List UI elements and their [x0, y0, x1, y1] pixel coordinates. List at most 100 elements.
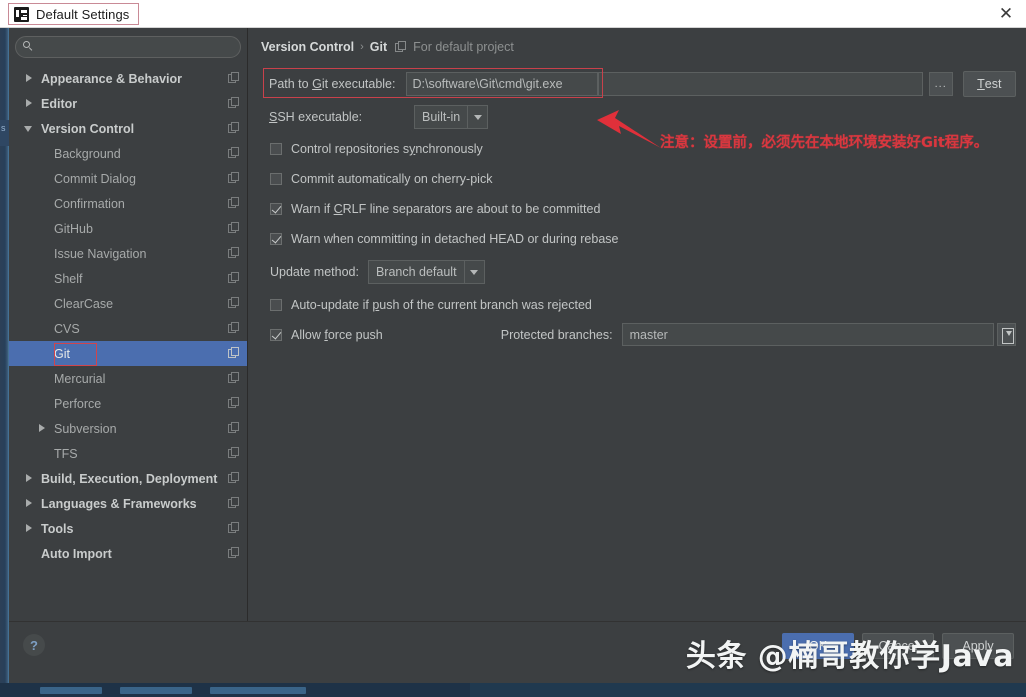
sidebar-item-label: Git — [54, 346, 70, 361]
sidebar-item-shelf[interactable]: Shelf — [9, 266, 247, 291]
sidebar-item-version-control[interactable]: Version Control — [9, 116, 247, 141]
sidebar-item-label: Auto Import — [41, 546, 112, 561]
sidebar-item-perforce[interactable]: Perforce — [9, 391, 247, 416]
sidebar-item-appearance-behavior[interactable]: Appearance & Behavior — [9, 66, 247, 91]
cancel-button[interactable]: Cancel — [862, 633, 934, 659]
sidebar-item-editor[interactable]: Editor — [9, 91, 247, 116]
copy-settings-icon[interactable] — [228, 272, 240, 284]
copy-settings-icon[interactable] — [228, 547, 240, 559]
screen-root: Default Settings ✕ Appearance & Behavior… — [0, 0, 1026, 697]
checkbox-auto-update-on-reject[interactable]: Auto-update if push of the current branc… — [270, 290, 1016, 320]
window-title: Default Settings — [36, 6, 130, 22]
sidebar-item-languages-frameworks[interactable]: Languages & Frameworks — [9, 491, 247, 516]
checkbox-warn-crlf[interactable]: Warn if CRLF line separators are about t… — [270, 194, 1016, 224]
copy-settings-icon[interactable] — [228, 497, 240, 509]
copy-settings-icon[interactable] — [228, 322, 240, 334]
annotation-text: 注意：设置前，必须先在本地环境安装好Git程序。 — [660, 135, 989, 151]
search-icon — [23, 41, 33, 52]
update-method-dropdown[interactable]: Branch default — [367, 260, 485, 284]
sidebar-item-label: Commit Dialog — [54, 171, 136, 186]
checkbox-box[interactable] — [270, 203, 282, 215]
taskbar-item[interactable] — [40, 686, 102, 694]
checkbox-label: Allow force push — [291, 327, 383, 342]
sidebar-item-label: Appearance & Behavior — [41, 71, 183, 86]
checkbox-box[interactable] — [270, 299, 282, 311]
ssh-executable-dropdown[interactable]: Built-in — [414, 105, 489, 129]
sidebar-item-subversion[interactable]: Subversion — [9, 416, 247, 441]
sidebar-item-cvs[interactable]: CVS — [9, 316, 247, 341]
breadcrumb-root[interactable]: Version Control — [261, 40, 354, 54]
copy-settings-icon[interactable] — [228, 397, 240, 409]
sidebar-item-issue-navigation[interactable]: Issue Navigation — [9, 241, 247, 266]
sidebar-item-auto-import[interactable]: Auto Import — [9, 541, 247, 566]
settings-dialog: Appearance & Behavior Editor Version Contr… — [9, 28, 1026, 683]
copy-scope-icon — [395, 41, 407, 53]
settings-sidebar: Appearance & Behavior Editor Version Contr… — [9, 28, 248, 635]
chevron-right-icon[interactable] — [24, 473, 35, 484]
copy-settings-icon[interactable] — [228, 122, 240, 134]
copy-settings-icon[interactable] — [228, 522, 240, 534]
checkbox-allow-force-push[interactable] — [270, 328, 282, 341]
copy-settings-icon[interactable] — [228, 347, 240, 359]
copy-settings-icon[interactable] — [228, 372, 240, 384]
sidebar-item-tools[interactable]: Tools — [9, 516, 247, 541]
ssh-executable-label: SSH executable: — [269, 110, 363, 124]
copy-settings-icon[interactable] — [228, 97, 240, 109]
sidebar-item-label: Perforce — [54, 396, 102, 411]
copy-settings-icon[interactable] — [228, 422, 240, 434]
close-icon[interactable]: ✕ — [994, 2, 1018, 26]
checkbox-warn-detached-head[interactable]: Warn when committing in detached HEAD or… — [270, 224, 1016, 254]
copy-settings-icon[interactable] — [228, 197, 240, 209]
taskbar-item[interactable] — [120, 686, 192, 694]
chevron-right-icon[interactable] — [24, 523, 35, 534]
expand-branches-icon[interactable] — [997, 323, 1016, 346]
search-field[interactable] — [15, 36, 241, 58]
ssh-executable-value: Built-in — [422, 110, 461, 124]
chevron-right-icon[interactable] — [24, 73, 35, 84]
help-icon[interactable]: ? — [23, 634, 45, 656]
sidebar-item-background[interactable]: Background — [9, 141, 247, 166]
sidebar-item-github[interactable]: GitHub — [9, 216, 247, 241]
chevron-right-icon[interactable] — [24, 98, 35, 109]
taskbar-item[interactable] — [210, 686, 306, 694]
copy-settings-icon[interactable] — [228, 72, 240, 84]
chevron-right-icon[interactable] — [37, 423, 48, 434]
ok-button[interactable]: OK — [782, 633, 854, 659]
apply-button[interactable]: Apply — [942, 633, 1014, 659]
protected-branches-input[interactable] — [621, 323, 994, 346]
sidebar-item-tfs[interactable]: TFS — [9, 441, 247, 466]
sidebar-item-build-execution-deployment[interactable]: Build, Execution, Deployment — [9, 466, 247, 491]
sidebar-item-confirmation[interactable]: Confirmation — [9, 191, 247, 216]
sidebar-item-label: TFS — [54, 446, 78, 461]
push-options-group: Auto-update if push of the current branc… — [261, 290, 1016, 349]
search-input[interactable] — [38, 37, 238, 57]
chevron-right-icon[interactable] — [24, 498, 35, 509]
sidebar-item-git[interactable]: Git — [9, 341, 247, 366]
copy-settings-icon[interactable] — [228, 247, 240, 259]
browse-button[interactable]: ... — [928, 72, 953, 96]
checkbox-commit-automatically-on-cherry-pick[interactable]: Commit automatically on cherry-pick — [270, 164, 1016, 194]
update-method-row: Update method: Branch default — [261, 254, 1016, 290]
test-button[interactable]: Test — [962, 71, 1016, 97]
copy-settings-icon[interactable] — [228, 447, 240, 459]
copy-settings-icon[interactable] — [228, 297, 240, 309]
checkbox-box[interactable] — [270, 173, 282, 185]
copy-settings-icon[interactable] — [228, 172, 240, 184]
copy-settings-icon[interactable] — [228, 222, 240, 234]
chevron-down-icon[interactable] — [24, 123, 35, 134]
git-executable-input-extension[interactable] — [598, 72, 923, 96]
sidebar-item-mercurial[interactable]: Mercurial — [9, 366, 247, 391]
checkbox-box[interactable] — [270, 233, 282, 245]
sidebar-item-commit-dialog[interactable]: Commit Dialog — [9, 166, 247, 191]
sidebar-item-label: Languages & Frameworks — [41, 496, 197, 511]
git-executable-input[interactable] — [405, 72, 599, 96]
copy-settings-icon[interactable] — [228, 472, 240, 484]
ide-background-tool-label — [0, 120, 9, 146]
checkbox-box[interactable] — [270, 143, 282, 155]
copy-settings-icon[interactable] — [228, 147, 240, 159]
sidebar-item-clearcase[interactable]: ClearCase — [9, 291, 247, 316]
